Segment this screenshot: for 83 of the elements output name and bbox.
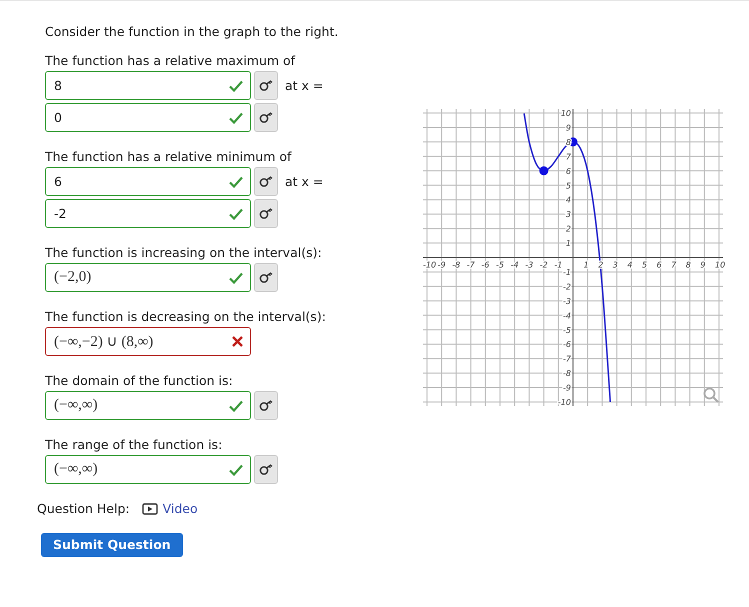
key-button[interactable] (254, 71, 278, 100)
video-link[interactable]: Video (142, 501, 198, 516)
x-tick-label: 7 (671, 260, 676, 270)
question-text: Consider the function in the graph to the right. (45, 24, 340, 39)
key-button[interactable] (254, 391, 278, 420)
question-label: The function has a relative minimum of (45, 149, 293, 164)
answer-field[interactable]: 0 (45, 103, 251, 132)
y-tick-label: -4 (563, 311, 571, 320)
answer-field[interactable]: -2 (45, 199, 251, 228)
x-tick-label: -7 (466, 260, 475, 270)
y-tick-label: 6 (566, 166, 571, 176)
key-button[interactable] (254, 263, 278, 292)
key-icon (259, 112, 273, 123)
y-tick-label: -5 (563, 326, 571, 335)
x-tick-label: 4 (627, 260, 632, 270)
y-tick-label: -6 (563, 340, 571, 350)
x-tick-label: 1 (584, 260, 589, 270)
y-tick-label: 7 (566, 152, 571, 162)
answer-field[interactable]: (−∞,∞) (45, 391, 251, 420)
x-tick-label: -4 (510, 260, 519, 270)
x-tick-label: 6 (656, 260, 662, 270)
key-button[interactable] (254, 455, 278, 484)
x-tick-label: 9 (700, 260, 706, 270)
key-icon (259, 272, 273, 283)
key-icon (259, 464, 273, 475)
check-icon (229, 112, 243, 124)
y-tick-label: -1 (563, 268, 571, 277)
y-tick-label: -10 (558, 398, 571, 407)
cross-icon (232, 336, 243, 347)
check-icon (229, 464, 243, 476)
x-tick-label: -10 (423, 260, 436, 270)
y-tick-label: 3 (566, 210, 571, 220)
question-label: The domain of the function is: (45, 373, 234, 388)
key-button[interactable] (254, 103, 278, 132)
field-suffix: at x = (285, 78, 324, 93)
key-icon (259, 208, 273, 219)
x-tick-label: -8 (452, 260, 460, 270)
answer-field[interactable]: (−2,0) (45, 263, 251, 292)
check-icon (229, 176, 243, 188)
key-icon (259, 80, 273, 91)
x-tick-label: -6 (481, 260, 490, 270)
question-label: The function has a relative maximum of (45, 53, 296, 68)
key-button[interactable] (254, 167, 278, 196)
y-tick-label: 1 (566, 239, 571, 248)
x-tick-label: 8 (686, 260, 691, 270)
y-tick-label: 5 (566, 181, 571, 190)
x-tick-label: 10 (715, 260, 726, 270)
key-icon (259, 400, 273, 411)
key-button[interactable] (254, 199, 278, 228)
answer-field[interactable]: (−∞,∞) (45, 455, 251, 484)
submit-button[interactable]: Submit Question (41, 533, 183, 557)
x-tick-label: 5 (642, 260, 648, 270)
video-icon (142, 502, 158, 514)
x-tick-label: -1 (554, 260, 562, 270)
x-tick-label: -5 (496, 260, 504, 270)
x-tick-label: -9 (438, 260, 446, 270)
point-marker (539, 166, 548, 176)
point-marker (568, 137, 578, 146)
question-label: The function is increasing on the interval(s): (45, 245, 323, 260)
y-tick-label: -8 (563, 369, 571, 378)
answer-field[interactable]: 8 (45, 71, 251, 100)
check-icon (229, 80, 243, 92)
answer-field[interactable]: (−∞,−2) ∪ (8,∞) (45, 327, 251, 356)
y-tick-label: -2 (563, 282, 571, 292)
y-tick-label: 2 (566, 224, 571, 234)
question-label: The range of the function is: (45, 437, 224, 452)
check-icon (229, 272, 243, 284)
help-label: Question Help: (37, 501, 130, 516)
x-tick-label: 3 (612, 260, 618, 270)
y-tick-label: 10 (560, 109, 571, 118)
y-tick-label: 9 (566, 123, 571, 132)
key-icon (259, 176, 273, 187)
y-tick-label: 4 (566, 196, 571, 205)
y-tick-label: -7 (563, 354, 571, 364)
x-tick-label: -2 (540, 260, 548, 270)
y-tick-label: -3 (563, 296, 571, 306)
question-label: The function is decreasing on the interval(s): (45, 309, 327, 324)
check-icon (229, 400, 243, 412)
check-icon (229, 208, 243, 220)
y-tick-label: -9 (563, 384, 571, 393)
answer-field[interactable]: 6 (45, 167, 251, 196)
field-suffix: at x = (285, 174, 324, 189)
x-tick-label: -3 (525, 260, 534, 270)
